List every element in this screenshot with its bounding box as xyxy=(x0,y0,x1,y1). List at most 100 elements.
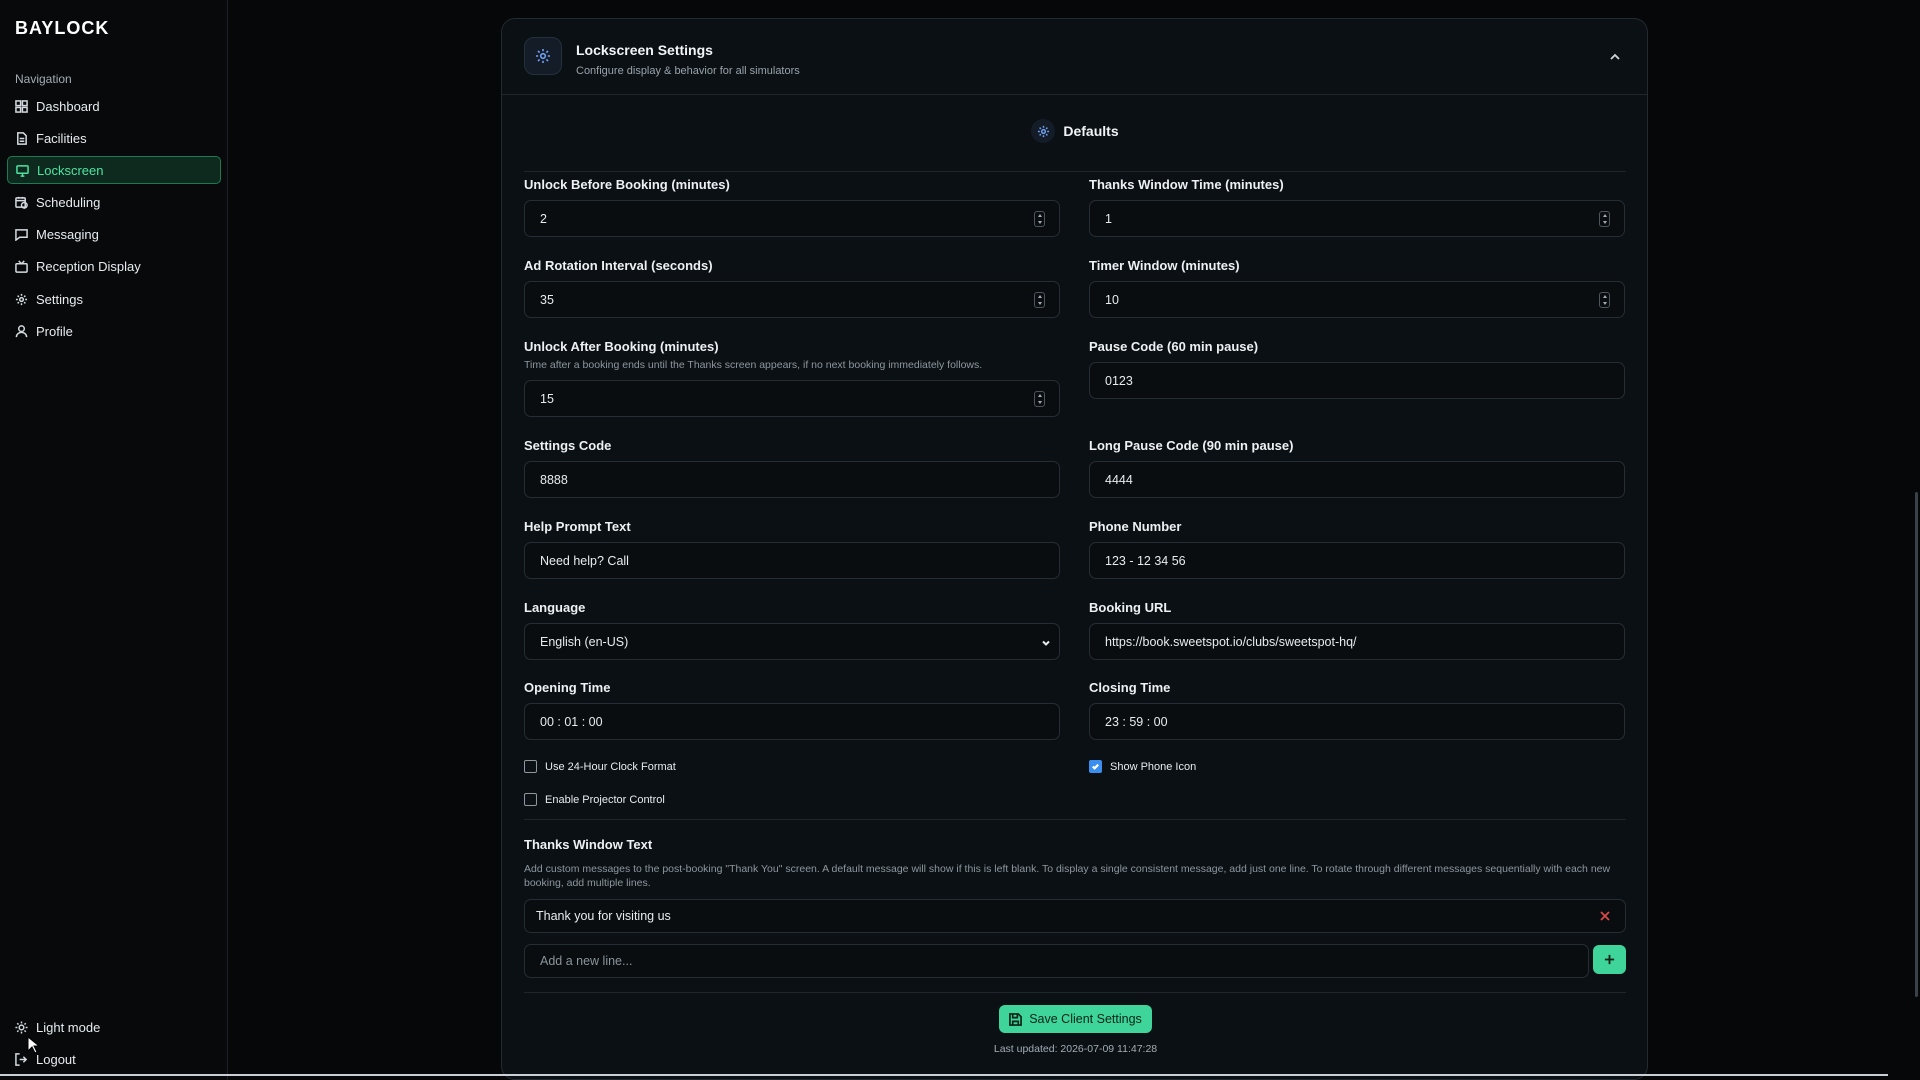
add-line-button[interactable] xyxy=(1593,945,1626,974)
timer-window-input[interactable]: 10 xyxy=(1089,281,1625,318)
sidebar-item-label: Facilities xyxy=(36,130,87,146)
sidebar-item-label: Scheduling xyxy=(36,195,101,211)
section-title-label: Defaults xyxy=(1063,123,1119,139)
projector-checkbox[interactable]: Enable Projector Control xyxy=(524,793,665,806)
gear-icon xyxy=(536,49,550,63)
phone-number-input[interactable]: 123 - 12 34 56 xyxy=(1089,542,1625,579)
user-icon xyxy=(15,324,28,337)
closing-time-input[interactable]: 23 : 59 : 00 xyxy=(1089,703,1625,740)
input-value: 8888 xyxy=(540,472,568,487)
field-help: Time after a booking ends until the Than… xyxy=(524,359,983,371)
brand-logo: BAYLOCK xyxy=(15,18,110,38)
opening-time-input[interactable]: 00 : 01 : 00 xyxy=(524,703,1060,740)
input-value: 15 xyxy=(540,391,554,406)
field-label: Ad Rotation Interval (seconds) xyxy=(524,258,713,273)
unlock-before-field: Unlock Before Booking (minutes) 2 xyxy=(524,177,1060,237)
sidebar-item-messaging[interactable]: Messaging xyxy=(7,221,221,249)
new-line-input[interactable]: Add a new line... xyxy=(524,944,1589,978)
language-select[interactable]: English (en-US) xyxy=(524,623,1060,660)
timer-window-field: Timer Window (minutes) 10 xyxy=(1089,258,1625,318)
field-label: Settings Code xyxy=(524,438,612,453)
field-label: Long Pause Code (90 min pause) xyxy=(1089,438,1294,453)
card-header[interactable]: Lockscreen Settings Configure display & … xyxy=(502,19,1647,95)
sidebar-item-profile[interactable]: Profile xyxy=(7,317,221,345)
input-value: 35 xyxy=(540,292,554,307)
sidebar-item-settings[interactable]: Settings xyxy=(7,285,221,313)
sun-icon xyxy=(15,1021,28,1034)
phone-number-field: Phone Number 123 - 12 34 56 xyxy=(1089,519,1625,579)
input-value: 23 : 59 : 00 xyxy=(1105,714,1168,729)
input-value: Need help? Call xyxy=(540,553,629,568)
checkbox-box[interactable] xyxy=(524,793,537,806)
logout-label: Logout xyxy=(36,1052,76,1067)
settings-code-field: Settings Code 8888 xyxy=(524,438,1060,498)
stepper-icon[interactable] xyxy=(1599,211,1610,227)
check-icon xyxy=(1092,763,1099,770)
thanks-window-time-input[interactable]: 1 xyxy=(1089,200,1625,237)
settings-code-input[interactable]: 8888 xyxy=(524,461,1060,498)
field-label: Thanks Window Time (minutes) xyxy=(1089,177,1284,192)
nav-heading: Navigation xyxy=(15,72,72,86)
save-client-settings-button[interactable]: Save Client Settings xyxy=(999,1005,1152,1033)
logout-icon xyxy=(15,1053,28,1066)
tv-icon xyxy=(15,260,28,274)
help-prompt-input[interactable]: Need help? Call xyxy=(524,542,1060,579)
help-prompt-field: Help Prompt Text Need help? Call xyxy=(524,519,1060,579)
pause-code-input[interactable]: 0123 xyxy=(1089,362,1625,399)
vertical-scrollbar[interactable] xyxy=(1915,492,1918,997)
field-label: Pause Code (60 min pause) xyxy=(1089,339,1259,354)
sidebar-item-reception-display[interactable]: Reception Display xyxy=(7,253,221,281)
close-icon[interactable] xyxy=(1599,910,1611,922)
sidebar-item-scheduling[interactable]: Scheduling xyxy=(7,189,221,217)
thanks-window-title: Thanks Window Text xyxy=(524,837,653,852)
card-subtitle: Configure display & behavior for all sim… xyxy=(576,65,800,77)
checkbox-label: Show Phone Icon xyxy=(1110,760,1197,773)
sidebar-item-dashboard[interactable]: Dashboard xyxy=(7,92,221,120)
field-label: Language xyxy=(524,600,586,615)
horizontal-scrollbar[interactable] xyxy=(0,1074,1888,1076)
field-label: Timer Window (minutes) xyxy=(1089,258,1240,273)
ad-rotation-input[interactable]: 35 xyxy=(524,281,1060,318)
field-label: Opening Time xyxy=(524,680,611,695)
thanks-window-line[interactable]: Thank you for visiting us xyxy=(524,899,1626,933)
checkbox-box[interactable] xyxy=(1089,760,1102,773)
checkbox-label: Use 24-Hour Clock Format xyxy=(545,760,676,773)
sidebar-item-lockscreen[interactable]: Lockscreen xyxy=(7,156,221,185)
sidebar-item-facilities[interactable]: Facilities xyxy=(7,124,221,152)
divider xyxy=(524,992,1626,993)
checkbox-label: Enable Projector Control xyxy=(545,793,665,806)
thanks-window-time-field: Thanks Window Time (minutes) 1 xyxy=(1089,177,1625,237)
sidebar-item-label: Lockscreen xyxy=(37,162,104,178)
long-pause-code-field: Long Pause Code (90 min pause) 4444 xyxy=(1089,438,1625,498)
field-label: Phone Number xyxy=(1089,519,1182,534)
input-value: 1 xyxy=(1105,211,1112,226)
show-phone-icon-checkbox[interactable]: Show Phone Icon xyxy=(1089,760,1196,773)
field-label: Booking URL xyxy=(1089,600,1172,615)
stepper-icon[interactable] xyxy=(1599,292,1610,308)
input-value: 2 xyxy=(540,211,547,226)
sidebar-item-label: Messaging xyxy=(36,227,99,243)
sidebar-item-label: Dashboard xyxy=(36,98,100,114)
field-label: Closing Time xyxy=(1089,680,1171,695)
field-label: Unlock After Booking (minutes) xyxy=(524,339,719,354)
sidebar-item-label: Settings xyxy=(36,291,83,307)
chevron-up-icon[interactable] xyxy=(1608,50,1622,64)
logout-button[interactable]: Logout xyxy=(15,1052,76,1067)
clock-24h-checkbox[interactable]: Use 24-Hour Clock Format xyxy=(524,760,676,773)
checkbox-box[interactable] xyxy=(524,760,537,773)
sidebar-item-label: Profile xyxy=(36,323,73,339)
unlock-after-field: Unlock After Booking (minutes) Time afte… xyxy=(524,339,1060,417)
booking-url-input[interactable]: https://book.sweetspot.io/clubs/sweetspo… xyxy=(1089,623,1625,660)
stepper-icon[interactable] xyxy=(1034,391,1045,407)
gear-icon xyxy=(15,293,28,305)
light-mode-toggle[interactable]: Light mode xyxy=(15,1020,100,1035)
input-value: https://book.sweetspot.io/clubs/sweetspo… xyxy=(1105,634,1357,649)
unlock-before-input[interactable]: 2 xyxy=(524,200,1060,237)
unlock-after-input[interactable]: 15 xyxy=(524,380,1060,417)
stepper-icon[interactable] xyxy=(1034,211,1045,227)
sidebar: BAYLOCK Navigation Dashboard Facilities … xyxy=(0,0,228,1080)
stepper-icon[interactable] xyxy=(1034,292,1045,308)
long-pause-code-input[interactable]: 4444 xyxy=(1089,461,1625,498)
calendar-clock-icon xyxy=(15,196,28,209)
input-value: 123 - 12 34 56 xyxy=(1105,553,1186,568)
